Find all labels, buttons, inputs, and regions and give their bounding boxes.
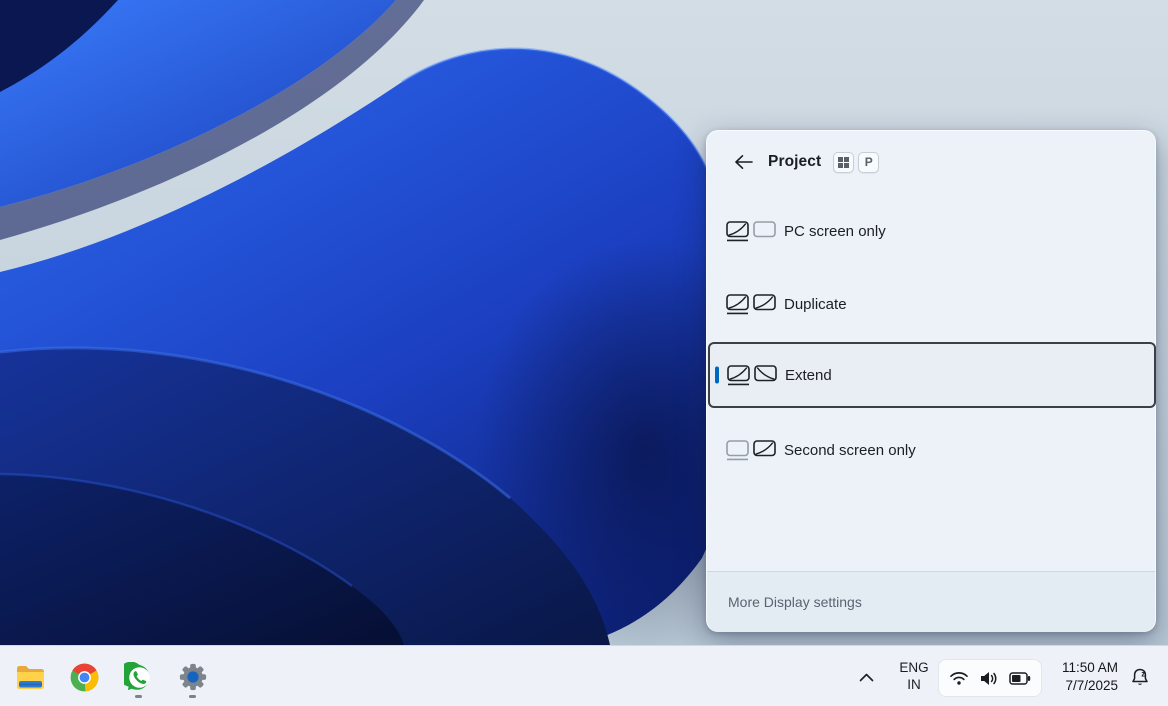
project-header: Project P [707, 131, 1155, 193]
quick-settings-button[interactable] [938, 659, 1042, 697]
back-button[interactable] [729, 147, 759, 177]
volume-icon [981, 671, 997, 685]
option-label: Extend [785, 366, 832, 384]
option-label: Second screen only [784, 441, 916, 459]
second-screen-only-icon [726, 439, 778, 461]
settings-button[interactable] [172, 656, 214, 698]
whatsapp-icon [123, 661, 150, 690]
duplicate-icon [726, 293, 778, 315]
language-line2: IN [907, 676, 921, 692]
clock[interactable]: 11:50 AM 7/7/2025 [1042, 654, 1118, 699]
battery-icon [1009, 671, 1031, 685]
keyboard-shortcut-hint: P [833, 151, 880, 173]
chrome-button[interactable] [63, 656, 105, 698]
option-extend-selected[interactable]: Extend [708, 342, 1156, 408]
chrome-icon [70, 663, 98, 691]
project-flyout-panel: Project P PC screen only Duplicate Exten… [706, 130, 1156, 632]
file-explorer-button[interactable] [9, 656, 51, 698]
option-pc-screen-only[interactable]: PC screen only [707, 206, 1155, 256]
panel-title: Project [768, 153, 822, 170]
settings-running-indicator [189, 695, 196, 698]
option-duplicate[interactable]: Duplicate [707, 279, 1155, 329]
svg-text:z: z [1141, 670, 1145, 679]
tray-overflow-button[interactable] [852, 663, 880, 691]
extend-icon [727, 364, 779, 386]
pc-screen-only-icon [726, 220, 778, 242]
option-label: PC screen only [784, 222, 886, 240]
settings-gear-icon [179, 663, 207, 691]
win-logo-icon [838, 156, 850, 168]
taskbar: ENG IN 11:50 AM 7/7/2025 z [0, 645, 1168, 706]
language-indicator[interactable]: ENG IN [890, 654, 938, 699]
bell-do-not-disturb-icon: z [1132, 668, 1148, 685]
more-display-settings-link[interactable]: More Display settings [707, 571, 1155, 632]
footer-link-label: More Display settings [728, 594, 862, 610]
chevron-up-icon [859, 673, 873, 681]
back-arrow-icon [735, 155, 753, 169]
notification-bell-button[interactable]: z [1122, 660, 1158, 694]
file-explorer-icon [16, 665, 44, 689]
whatsapp-button[interactable] [118, 656, 160, 698]
date-label: 7/7/2025 [1065, 677, 1118, 693]
option-label: Duplicate [784, 295, 847, 313]
language-line1: ENG [899, 659, 929, 675]
selection-accent-bar [715, 366, 719, 384]
option-second-screen-only[interactable]: Second screen only [707, 425, 1155, 475]
time-label: 11:50 AM [1061, 659, 1118, 675]
wifi-icon [950, 672, 968, 685]
windows-key-icon [833, 151, 855, 173]
p-key-badge: P [858, 151, 880, 173]
whatsapp-running-indicator [135, 695, 142, 698]
